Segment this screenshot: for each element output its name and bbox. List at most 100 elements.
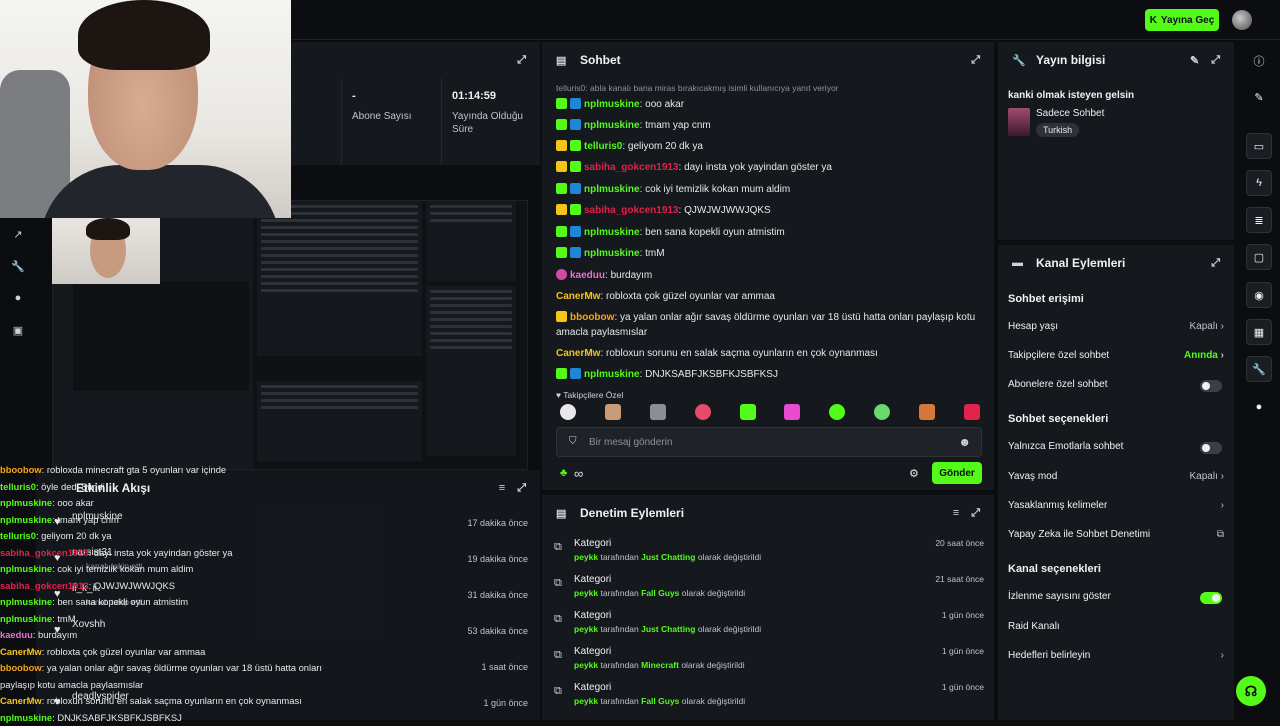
emote-only-toggle[interactable]	[1200, 442, 1222, 454]
analytics-icon[interactable]: ↗	[0, 218, 36, 250]
chat-username[interactable]: sabiha_gokcen1913	[584, 205, 679, 216]
overlay-chat-line: nplmuskine: tmM	[0, 611, 330, 628]
activity-time: 53 dakika önce	[467, 626, 528, 636]
overlay-chat-line: nplmuskine: ooo akar	[0, 495, 330, 512]
chat-username[interactable]: kaeduu	[570, 270, 605, 281]
chat-username[interactable]: bboobow	[570, 312, 614, 323]
expand-icon[interactable]: ⤢	[1211, 54, 1220, 67]
moderator-name[interactable]: peykk	[574, 696, 598, 706]
gift-icon[interactable]: ▣	[0, 314, 36, 346]
category-name: Sadece Sohbet	[1036, 108, 1104, 119]
chat-icon[interactable]: ▢	[1246, 244, 1272, 270]
edit-icon[interactable]: ✎	[1246, 84, 1272, 110]
followers-chat-option[interactable]: Takipçilere özel sohbet Anında ›	[1008, 350, 1224, 368]
chat-username[interactable]: nplmuskine	[584, 248, 640, 259]
infinity-icon: ∞	[574, 466, 583, 481]
chat-input[interactable]: ⛉ Bir mesaj gönderin ☻	[556, 427, 982, 457]
help-button[interactable]: ☊	[1236, 676, 1266, 706]
moderation-item-time: 1 gün önce	[942, 646, 984, 656]
stream-icon[interactable]: ▭	[1246, 133, 1272, 159]
emote[interactable]	[695, 404, 711, 420]
lightning-icon[interactable]: ϟ	[1246, 170, 1272, 196]
emote[interactable]	[874, 404, 890, 420]
emote[interactable]	[964, 404, 980, 420]
wrench-icon[interactable]: 🔧	[0, 250, 36, 282]
chat-username[interactable]: nplmuskine	[584, 120, 640, 131]
chat-username[interactable]: CanerMw	[556, 348, 600, 359]
raid-option[interactable]: Raid Kanalı	[1008, 621, 1224, 639]
expand-icon[interactable]: ⤢	[971, 54, 980, 67]
overlay-username: sabiha_gokcen1913	[0, 580, 89, 591]
ai-moderation-option[interactable]: Yapay Zeka ile Sohbet Denetimi ⧉	[1008, 529, 1224, 547]
overlay-text: QJWJWJWWJQKS	[94, 580, 175, 591]
moderation-item-desc: peykk tarafından Just Chatting olarak de…	[574, 624, 761, 634]
emote[interactable]	[829, 404, 845, 420]
option-label: Yapay Zeka ile Sohbet Denetimi	[1008, 529, 1150, 540]
emote[interactable]	[560, 404, 576, 420]
users-icon[interactable]: ●	[0, 282, 36, 314]
go-live-button[interactable]: K Yayına Geç	[1145, 9, 1219, 31]
activity-time: 17 dakika önce	[467, 518, 528, 528]
moderation-item-title: Kategori	[574, 574, 611, 585]
emote[interactable]	[919, 404, 935, 420]
option-value-text: Anında	[1184, 350, 1218, 361]
chat-username[interactable]: nplmuskine	[584, 184, 640, 195]
goals-option[interactable]: Hedefleri belirleyin ›	[1008, 650, 1224, 668]
emote[interactable]	[650, 404, 666, 420]
calendar-icon[interactable]: ▦	[1246, 319, 1272, 345]
overlay-chat-line: nplmuskine: DNJKSABFJKSBFKJSBFKSJ	[0, 710, 330, 726]
chevron-right-icon: ›	[1221, 471, 1224, 482]
expand-icon[interactable]: ⤢	[971, 507, 980, 520]
play-icon[interactable]: ◉	[1246, 282, 1272, 308]
category-value: Minecraft	[641, 660, 679, 670]
expand-icon[interactable]: ⤢	[517, 482, 526, 495]
option-value: Anında ›	[1184, 350, 1224, 361]
show-viewers-toggle[interactable]	[1200, 592, 1222, 604]
gear-icon[interactable]: ⚙	[909, 467, 919, 480]
account-age-option[interactable]: Hesap yaşı Kapalı ›	[1008, 321, 1224, 339]
overlay-chat-line: bboobow: robloxda minecraft gta 5 oyunla…	[0, 462, 330, 479]
filter-icon[interactable]: ≡	[499, 482, 505, 495]
chat-username[interactable]: telluris0	[584, 141, 622, 152]
chevron-right-icon: ›	[1221, 500, 1224, 511]
emote[interactable]	[740, 404, 756, 420]
slow-mode-option[interactable]: Yavaş mod Kapalı ›	[1008, 471, 1224, 489]
category-value: Fall Guys	[641, 696, 679, 706]
info-icon[interactable]: ⓘ	[1246, 48, 1272, 74]
chat-username[interactable]: CanerMw	[556, 291, 600, 302]
points-icon[interactable]: ♣	[560, 467, 567, 479]
chevron-right-icon: ›	[1221, 350, 1224, 361]
moderator-name[interactable]: peykk	[574, 552, 598, 562]
emoji-icon[interactable]: ☻	[958, 435, 971, 449]
moderation-item: ⧉Kategoripeykk tarafından Just Chatting …	[554, 608, 986, 644]
chevron-right-icon: ›	[1221, 321, 1224, 332]
kick-badge-icon	[570, 247, 581, 258]
expand-icon[interactable]: ⤢	[1211, 257, 1220, 270]
moderator-name[interactable]: peykk	[574, 588, 598, 598]
edit-icon[interactable]: ✎	[1190, 54, 1199, 67]
filter-icon[interactable]: ≡	[953, 507, 959, 520]
overlay-text: robloxun sorunu en salak saçma oyunların…	[47, 695, 302, 706]
list-icon: ▤	[556, 507, 572, 520]
external-link-icon: ⧉	[1217, 529, 1224, 540]
expand-icon[interactable]: ⤢	[517, 54, 526, 67]
option-value: Kapalı ›	[1190, 321, 1224, 332]
banned-words-option[interactable]: Yasaklanmış kelimeler ›	[1008, 500, 1224, 518]
chat-username[interactable]: nplmuskine	[584, 369, 640, 380]
activity-time: 19 dakika önce	[467, 554, 528, 564]
chat-username[interactable]: sabiha_gokcen1913	[584, 162, 679, 173]
moderator-name[interactable]: peykk	[574, 660, 598, 670]
users-icon[interactable]: ●	[1246, 394, 1272, 420]
subs-chat-toggle[interactable]	[1200, 380, 1222, 392]
emote[interactable]	[784, 404, 800, 420]
wrench-icon[interactable]: 🔧	[1246, 356, 1272, 382]
moderator-name[interactable]: peykk	[574, 624, 598, 634]
chat-username[interactable]: nplmuskine	[584, 227, 640, 238]
list-icon[interactable]: ≣	[1246, 207, 1272, 233]
chat-username[interactable]: nplmuskine	[584, 99, 640, 110]
user-avatar[interactable]	[1232, 10, 1252, 30]
emote[interactable]	[605, 404, 621, 420]
section-chat-options: Sohbet seçenekleri	[1008, 413, 1108, 425]
send-button[interactable]: Gönder	[932, 462, 982, 484]
chat-message: nplmuskine: tmam yap cnm	[556, 118, 986, 133]
